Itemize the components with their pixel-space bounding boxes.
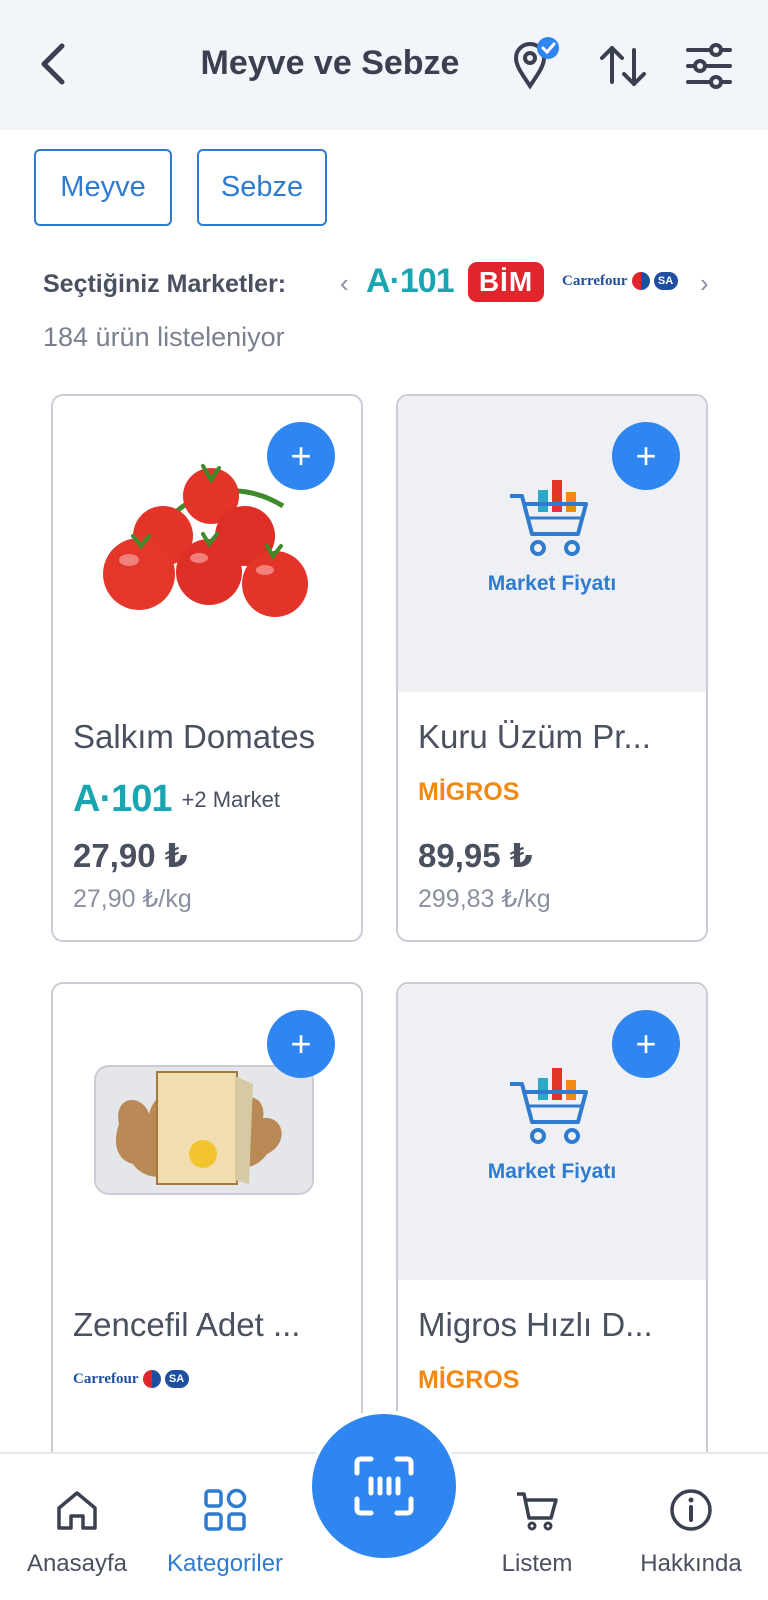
- page-title: Meyve ve Sebze: [200, 44, 460, 82]
- placeholder-label: Market Fiyatı: [487, 572, 617, 595]
- product-card[interactable]: + Salkım Domates A·101 +2 Market 27,90 ₺…: [51, 394, 363, 942]
- grid-icon: [204, 1488, 247, 1531]
- sa-mark-icon: SA: [653, 272, 678, 290]
- filter-sliders-icon[interactable]: [684, 42, 734, 90]
- product-name: Kuru Üzüm Pr...: [418, 718, 651, 755]
- product-card[interactable]: Market Fiyatı + Kuru Üzüm Pr... MİGROS 8…: [396, 394, 708, 942]
- cart-chart-icon: [510, 480, 588, 556]
- product-card[interactable]: Market Fiyatı + Migros Hızlı D... MİGROS: [396, 982, 708, 1462]
- nav-categories[interactable]: Kategoriler: [150, 1454, 300, 1600]
- sort-icon[interactable]: [598, 42, 648, 90]
- info-icon: [670, 1489, 712, 1531]
- nav-label: Hakkında: [640, 1550, 742, 1577]
- bim-logo: BİM: [468, 262, 544, 302]
- home-icon: [57, 1491, 97, 1530]
- product-market: MİGROS: [418, 778, 519, 807]
- migros-logo: MİGROS: [418, 1366, 520, 1394]
- category-chip-sebze[interactable]: Sebze: [197, 149, 327, 226]
- top-app-bar: Meyve ve Sebze: [0, 0, 768, 130]
- nav-label: Anasayfa: [26, 1550, 128, 1577]
- product-price: 27,90 ₺: [73, 837, 188, 874]
- selected-markets-label: Seçtiğiniz Marketler:: [43, 270, 287, 298]
- carrefour-logo: Carrefour SA: [562, 272, 678, 290]
- sa-mark-icon: SA: [164, 1370, 189, 1388]
- product-name: Zencefil Adet ...: [73, 1306, 301, 1343]
- add-to-list-button[interactable]: +: [267, 1010, 335, 1078]
- product-unit-price: 27,90 ₺/kg: [73, 885, 192, 913]
- carrefour-logo-text: Carrefour: [73, 1370, 139, 1387]
- add-to-list-button[interactable]: +: [612, 422, 680, 490]
- carrefour-logo: Carrefour SA: [73, 1370, 189, 1388]
- product-price: 89,95 ₺: [418, 837, 533, 874]
- barcode-scan-button[interactable]: [308, 1410, 460, 1562]
- placeholder-label: Market Fiyatı: [487, 1160, 617, 1183]
- chevron-right-icon[interactable]: ›: [700, 268, 709, 299]
- add-to-list-button[interactable]: +: [612, 1010, 680, 1078]
- migros-logo: MİGROS: [418, 778, 520, 806]
- category-chip-meyve[interactable]: Meyve: [34, 149, 172, 226]
- product-market: A·101 +2 Market: [73, 778, 280, 821]
- product-market: MİGROS: [418, 1366, 519, 1395]
- more-markets-count: +2 Market: [181, 786, 280, 812]
- product-count: 184 ürün listeleniyor: [43, 322, 285, 352]
- add-to-list-button[interactable]: +: [267, 422, 335, 490]
- cart-chart-icon: [510, 1068, 588, 1144]
- a101-logo: A·101: [73, 778, 172, 820]
- product-name: Migros Hızlı D...: [418, 1306, 653, 1343]
- nav-list[interactable]: Listem: [462, 1454, 612, 1600]
- carrefour-mark-icon: [142, 1370, 161, 1388]
- carrefour-mark-icon: [631, 272, 650, 290]
- cart-icon: [517, 1492, 558, 1531]
- nav-label: Listem: [501, 1550, 573, 1577]
- chevron-left-icon[interactable]: ‹: [340, 268, 349, 299]
- nav-label: Kategoriler: [166, 1550, 284, 1577]
- barcode-scan-icon: [354, 1456, 414, 1516]
- product-card[interactable]: + Zencefil Adet ... Carrefour SA: [51, 982, 363, 1462]
- product-market: Carrefour SA: [73, 1370, 189, 1388]
- location-verified-icon[interactable]: [512, 36, 562, 90]
- nav-about[interactable]: Hakkında: [616, 1454, 766, 1600]
- back-arrow-icon[interactable]: [34, 40, 74, 88]
- nav-home[interactable]: Anasayfa: [2, 1454, 152, 1600]
- a101-logo: A·101: [366, 262, 455, 300]
- product-unit-price: 299,83 ₺/kg: [418, 885, 551, 913]
- carrefour-logo-text: Carrefour: [562, 272, 628, 289]
- product-name: Salkım Domates: [73, 718, 316, 755]
